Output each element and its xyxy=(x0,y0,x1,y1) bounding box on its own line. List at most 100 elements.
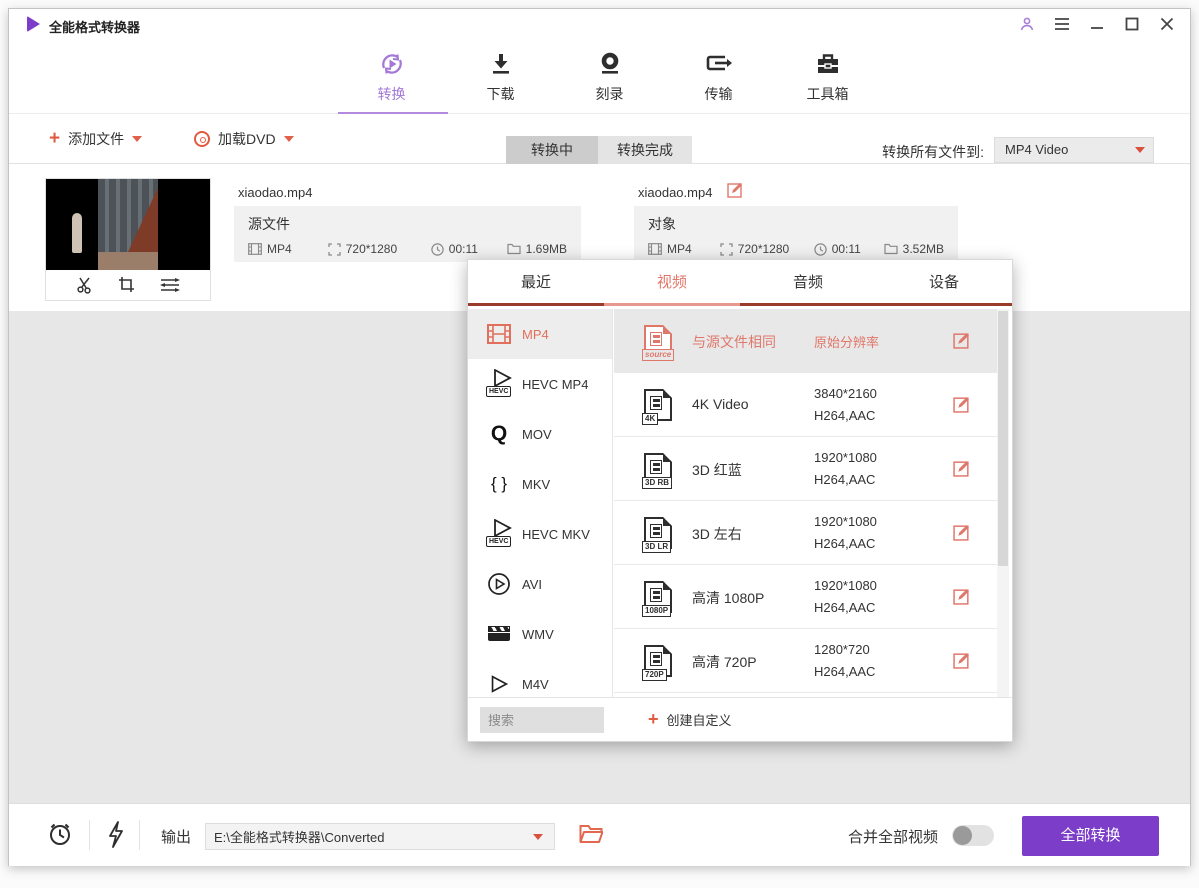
tab-convert[interactable]: 转换 xyxy=(337,49,446,104)
format-item-mkv[interactable]: { } MKV xyxy=(468,459,612,509)
menu-icon[interactable] xyxy=(1053,15,1071,33)
format-list: MP4 HEVC HEVC MP4 Q MOV { } MKV xyxy=(468,309,613,698)
chevron-down-icon xyxy=(132,136,142,142)
source-size: 1.69MB xyxy=(507,242,567,256)
app-logo-icon xyxy=(27,16,40,32)
output-path-input[interactable] xyxy=(205,823,555,850)
main-nav: 转换 下载 刻录 xyxy=(9,43,1190,114)
app-title: 全能格式转换器 xyxy=(49,17,140,36)
popup-tab-video[interactable]: 视频 xyxy=(604,260,740,303)
format-popup: 最近 视频 音频 设备 MP4 HEVC HEVC MP4 xyxy=(467,259,1013,742)
filmstrip-icon xyxy=(484,324,514,344)
add-files-label: 添加文件 xyxy=(68,129,124,149)
open-folder-icon[interactable] xyxy=(579,824,603,844)
title-bar: 全能格式转换器 xyxy=(9,9,1190,43)
popup-scrollbar[interactable] xyxy=(997,309,1009,698)
format-item-hevc-mp4[interactable]: HEVC HEVC MP4 xyxy=(468,359,612,409)
format-item-avi[interactable]: AVI xyxy=(468,559,612,609)
converting-tab[interactable]: 转换中 xyxy=(506,136,598,164)
target-title: 对象 xyxy=(648,214,944,234)
clock-icon xyxy=(431,243,444,256)
preset-row-3d-lr[interactable]: 3D LR 3D 左右 1920*1080 H264,AAC xyxy=(614,501,997,565)
popup-tab-recent[interactable]: 最近 xyxy=(468,260,604,303)
popup-tab-device[interactable]: 设备 xyxy=(876,260,1012,303)
add-files-button[interactable]: + 添加文件 xyxy=(49,114,142,164)
create-custom-button[interactable]: + 创建自定义 xyxy=(648,709,732,730)
search-input[interactable] xyxy=(480,707,604,733)
merge-videos-toggle[interactable] xyxy=(952,825,994,846)
divider xyxy=(139,820,140,850)
play-icon xyxy=(484,675,514,693)
toggle-knob xyxy=(953,826,972,845)
effects-icon[interactable] xyxy=(160,277,180,293)
output-label: 输出 xyxy=(161,826,191,847)
load-dvd-label: 加载DVD xyxy=(218,129,276,149)
format-item-hevc-mkv[interactable]: HEVC HEVC MKV xyxy=(468,509,612,559)
convert-all-button[interactable]: 全部转换 xyxy=(1022,816,1159,856)
target-size: 3.52MB xyxy=(884,242,944,256)
download-icon xyxy=(446,49,555,79)
quicktime-icon: Q xyxy=(484,422,514,446)
chevron-down-icon xyxy=(1135,147,1145,153)
preset-row-720p[interactable]: 720P 高清 720P 1280*720 H264,AAC xyxy=(614,629,997,693)
clock-icon xyxy=(814,243,827,256)
tab-transfer[interactable]: 传输 xyxy=(664,49,773,104)
scrollbar-thumb[interactable] xyxy=(998,311,1008,566)
format-item-m4v[interactable]: M4V xyxy=(468,659,612,698)
load-dvd-button[interactable]: 加载DVD xyxy=(194,114,294,164)
target-info-box: 对象 MP4 720*1280 00:11 3.52MB xyxy=(634,206,958,262)
format-item-mp4[interactable]: MP4 xyxy=(468,309,612,359)
edit-icon[interactable] xyxy=(953,587,971,605)
tab-transfer-label: 传输 xyxy=(664,84,773,104)
maximize-icon[interactable] xyxy=(1123,15,1141,33)
film-icon xyxy=(648,243,662,255)
rename-edit-icon[interactable] xyxy=(727,181,744,198)
play-circle-icon xyxy=(484,572,514,596)
tab-toolbox-label: 工具箱 xyxy=(773,84,882,104)
account-icon[interactable] xyxy=(1018,15,1036,33)
popup-footer: + 创建自定义 xyxy=(468,697,1012,741)
crop-icon[interactable] xyxy=(118,276,136,294)
preset-row-3d-rb[interactable]: 3D RB 3D 红蓝 1920*1080 H264,AAC xyxy=(614,437,997,501)
hispeed-icon[interactable] xyxy=(107,821,125,848)
close-icon[interactable] xyxy=(1158,15,1176,33)
output-format-value: MP4 Video xyxy=(1005,142,1068,157)
braces-icon: { } xyxy=(484,474,514,494)
preset-row-4k[interactable]: 4K 4K Video 3840*2160 H264,AAC xyxy=(614,373,997,437)
video-thumbnail xyxy=(45,178,211,301)
clapperboard-icon xyxy=(484,626,514,642)
chevron-down-icon[interactable] xyxy=(533,834,543,840)
plus-icon: + xyxy=(648,709,659,730)
minimize-icon[interactable] xyxy=(1088,15,1106,33)
folder-icon xyxy=(884,243,898,255)
trim-icon[interactable] xyxy=(76,276,94,294)
format-item-mov[interactable]: Q MOV xyxy=(468,409,612,459)
toolbar: + 添加文件 加载DVD 转换中 转换完成 转换所有文件到: MP4 Video xyxy=(9,114,1190,164)
target-resolution: 720*1280 xyxy=(720,242,814,256)
schedule-icon[interactable] xyxy=(47,821,73,848)
person-figure xyxy=(72,213,82,253)
source-resolution: 720*1280 xyxy=(328,242,431,256)
burn-icon xyxy=(555,49,664,79)
tab-download[interactable]: 下载 xyxy=(446,49,555,104)
preset-row-source[interactable]: source 与源文件相同 原始分辨率 xyxy=(614,309,997,373)
merge-videos-label: 合并全部视频 xyxy=(848,826,938,847)
chevron-down-icon xyxy=(284,136,294,142)
edit-icon[interactable] xyxy=(953,523,971,541)
edit-icon[interactable] xyxy=(953,459,971,477)
tab-toolbox[interactable]: 工具箱 xyxy=(773,49,882,104)
edit-icon[interactable] xyxy=(953,651,971,669)
tab-download-label: 下载 xyxy=(446,84,555,104)
format-item-wmv[interactable]: WMV xyxy=(468,609,612,659)
finished-tab[interactable]: 转换完成 xyxy=(598,136,692,164)
hevc-play-icon: HEVC xyxy=(484,521,514,547)
tab-burn[interactable]: 刻录 xyxy=(555,49,664,104)
dvd-icon xyxy=(194,131,210,147)
resize-icon xyxy=(720,243,733,256)
edit-icon[interactable] xyxy=(953,395,971,413)
preset-row-1080p[interactable]: 1080P 高清 1080P 1920*1080 H264,AAC xyxy=(614,565,997,629)
popup-tab-audio[interactable]: 音频 xyxy=(740,260,876,303)
output-format-select[interactable]: MP4 Video xyxy=(994,137,1154,163)
transfer-icon xyxy=(664,49,773,79)
edit-icon[interactable] xyxy=(953,331,971,349)
